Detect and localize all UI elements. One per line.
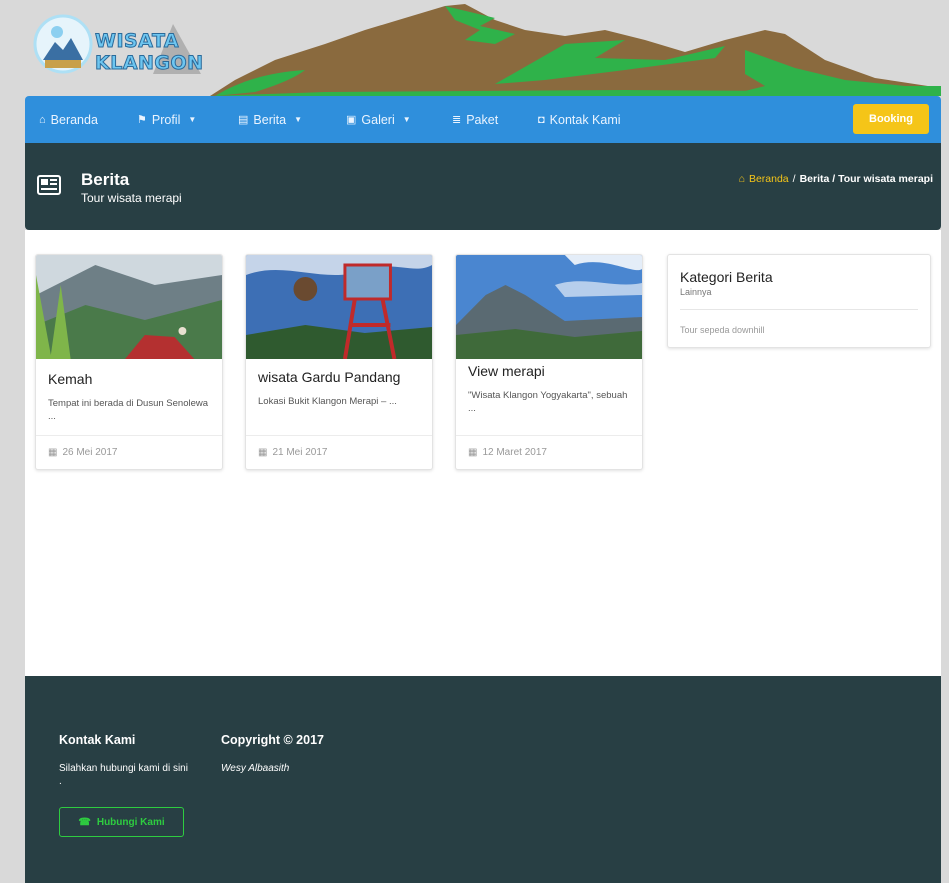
caret-down-icon: ▼ <box>402 115 411 124</box>
nav-label: Beranda <box>50 112 98 127</box>
news-card-gardu-pandang[interactable]: wisata Gardu Pandang Lokasi Bukit Klango… <box>245 254 433 470</box>
breadcrumb: ⌂ Beranda / Berita / Tour wisata merapi <box>739 173 933 185</box>
list-icon: ≣ <box>452 114 462 126</box>
nav-item-profil[interactable]: ⚑ Profil ▼ <box>137 96 196 143</box>
category-subtitle: Lainnya <box>680 287 712 297</box>
breadcrumb-home-link[interactable]: Beranda <box>749 173 789 185</box>
news-title[interactable]: wisata Gardu Pandang <box>258 369 400 385</box>
main-content: Kemah Tempat ini berada di Dusun Senolew… <box>25 230 941 676</box>
news-date: ▦ 21 Mei 2017 <box>246 435 432 469</box>
news-date: ▦ 12 Maret 2017 <box>456 435 642 469</box>
caret-down-icon: ▼ <box>294 115 302 124</box>
footer-contact-text: Silahkan hubungi kami di sini . <box>59 763 188 787</box>
caret-down-icon: ▼ <box>188 115 197 124</box>
calendar-icon: ▦ <box>258 447 268 458</box>
news-card-view-merapi[interactable]: View merapi "Wisata Klangon Yogyakarta",… <box>455 254 643 470</box>
footer-author: Wesy Albaasith <box>221 763 290 774</box>
nav-label: Berita <box>253 112 287 127</box>
nav-item-beranda[interactable]: ⌂ Beranda <box>39 96 98 143</box>
category-widget: Kategori Berita Lainnya Tour sepeda down… <box>667 254 931 348</box>
flag-icon: ⚑ <box>137 114 147 126</box>
news-image <box>456 255 642 359</box>
site-logo[interactable]: WISATA KLANGON <box>33 12 204 80</box>
nav-item-kontak[interactable]: ◘ Kontak Kami <box>538 96 621 143</box>
site-footer: Kontak Kami Silahkan hubungi kami di sin… <box>25 676 941 883</box>
page-title: Berita <box>81 170 130 189</box>
calendar-icon: ▦ <box>48 447 58 458</box>
nav-label: Paket <box>466 112 499 127</box>
page-title-bar: Berita Tour wisata merapi ⌂ Beranda / Be… <box>25 143 941 230</box>
calendar-icon: ▦ <box>468 447 478 458</box>
main-navbar: ⌂ Beranda ⚑ Profil ▼ ▤ Berita ▼ ▣ Galeri… <box>25 96 941 143</box>
nav-item-paket[interactable]: ≣ Paket <box>452 96 498 143</box>
home-icon: ⌂ <box>39 113 46 126</box>
chat-icon: ◘ <box>538 113 545 126</box>
footer-contact-title: Kontak Kami <box>59 733 136 747</box>
contact-us-button[interactable]: ☎ Hubungi Kami <box>59 807 184 837</box>
news-date: ▦ 26 Mei 2017 <box>36 435 222 469</box>
page-subtitle: Tour wisata merapi <box>81 191 182 205</box>
page: WISATA KLANGON ⌂ Beranda ⚑ Profil ▼ ▤ Be… <box>25 0 941 883</box>
newspaper-icon: ▤ <box>238 114 249 126</box>
booking-button[interactable]: Booking <box>853 104 929 134</box>
news-card-kemah[interactable]: Kemah Tempat ini berada di Dusun Senolew… <box>35 254 223 470</box>
home-icon: ⌂ <box>738 173 745 185</box>
news-image <box>36 255 222 359</box>
news-image <box>246 255 432 359</box>
news-excerpt: "Wisata Klangon Yogyakarta", sebuah ... <box>468 390 628 414</box>
breadcrumb-separator: / <box>792 173 796 185</box>
category-item[interactable]: Tour sepeda downhill <box>680 325 765 335</box>
news-title[interactable]: View merapi <box>468 363 545 379</box>
nav-item-galeri[interactable]: ▣ Galeri ▼ <box>346 96 411 143</box>
newspaper-icon <box>37 175 61 195</box>
phone-icon: ☎ <box>78 816 91 828</box>
nav-label: Kontak Kami <box>549 112 621 127</box>
nav-label: Galeri <box>361 112 395 127</box>
news-excerpt: Lokasi Bukit Klangon Merapi – ... <box>258 396 397 407</box>
category-title: Kategori Berita <box>680 269 773 285</box>
news-excerpt: Tempat ini berada di Dusun Senolewa ... <box>48 398 209 422</box>
logo-text: WISATA KLANGON <box>95 30 204 75</box>
image-icon: ▣ <box>346 114 357 126</box>
breadcrumb-current: Berita / Tour wisata merapi <box>799 173 933 185</box>
divider <box>680 309 918 310</box>
site-header: WISATA KLANGON <box>25 0 941 96</box>
nav-label: Profil <box>151 112 181 127</box>
news-title[interactable]: Kemah <box>48 371 92 387</box>
footer-copyright: Copyright © 2017 <box>221 733 324 747</box>
nav-item-berita[interactable]: ▤ Berita ▼ <box>238 96 302 143</box>
